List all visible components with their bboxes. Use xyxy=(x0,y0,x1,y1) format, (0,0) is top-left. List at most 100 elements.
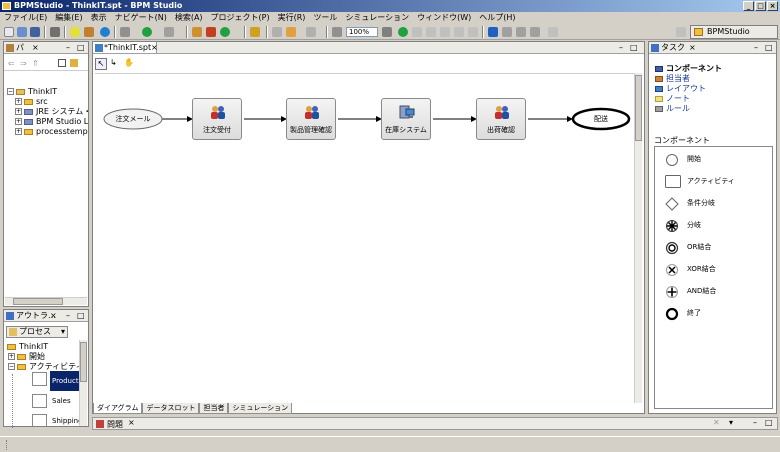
process-select[interactable]: プロセス ▾ xyxy=(6,326,68,338)
scroll-thumb[interactable] xyxy=(635,75,642,141)
menu-window[interactable]: ウィンドウ(W) xyxy=(413,12,475,24)
maximize-view-icon[interactable]: □ xyxy=(765,418,773,427)
forward-nav-icon[interactable]: ⇒ xyxy=(20,59,27,68)
task-title[interactable]: タスク xyxy=(661,43,685,52)
debug-icon[interactable] xyxy=(70,27,80,37)
new-icon[interactable] xyxy=(4,27,14,37)
minimize-view-icon[interactable]: – xyxy=(753,418,757,427)
menu-navigate[interactable]: ナビゲート(N) xyxy=(111,12,171,24)
tree-item[interactable]: ThinkIT xyxy=(4,342,88,352)
activity-shipping-check[interactable]: 出荷確認 xyxy=(476,98,526,140)
export-icon[interactable] xyxy=(548,27,558,37)
menu-tools[interactable]: ツール xyxy=(309,12,341,24)
tree-item[interactable]: + src xyxy=(4,97,88,107)
menu-run[interactable]: 実行(R) xyxy=(274,12,310,24)
tree-item[interactable]: +BPM Studio Libi xyxy=(4,117,88,127)
back-nav-icon[interactable]: ⇐ xyxy=(8,59,15,68)
tree-item[interactable]: ノート xyxy=(655,94,776,104)
select-tool-icon[interactable]: ↖ xyxy=(95,58,107,70)
wand-icon[interactable] xyxy=(250,27,260,37)
build-icon[interactable] xyxy=(84,27,94,37)
minimize-button[interactable]: _ xyxy=(743,1,754,11)
folder-tool-icon[interactable] xyxy=(192,27,202,37)
vertical-scrollbar[interactable] xyxy=(634,73,642,403)
open-perspective-icon[interactable] xyxy=(676,27,686,37)
align-top-icon[interactable] xyxy=(454,27,464,37)
collapse-icon[interactable]: − xyxy=(8,363,15,370)
menu-view[interactable]: 表示 xyxy=(87,12,111,24)
align-center-icon[interactable] xyxy=(426,27,436,37)
search-tool-icon[interactable] xyxy=(164,27,174,37)
minimize-view-icon[interactable]: – xyxy=(619,42,623,53)
maximize-view-icon[interactable]: □ xyxy=(630,42,638,53)
tree-item[interactable]: +processtemplate xyxy=(4,127,88,137)
menu-edit[interactable]: 編集(E) xyxy=(51,12,86,24)
help-icon[interactable] xyxy=(100,27,110,37)
monitor-icon[interactable] xyxy=(530,27,540,37)
align-left-icon[interactable] xyxy=(412,27,422,37)
stop-icon[interactable] xyxy=(516,27,526,37)
tab-simulation[interactable]: シミュレーション xyxy=(228,403,293,414)
close-view-icon[interactable]: × xyxy=(128,418,135,427)
menu-search[interactable]: 検索(A) xyxy=(171,12,207,24)
tree-item[interactable]: ルール xyxy=(655,104,776,114)
filter-icon[interactable]: ✕ xyxy=(713,418,720,427)
menu-project[interactable]: プロジェクト(P) xyxy=(207,12,274,24)
link-editor-icon[interactable] xyxy=(70,59,78,67)
perspective-switcher[interactable]: BPMStudio xyxy=(690,25,778,39)
activity-product-check[interactable]: 製品管理確認 xyxy=(286,98,336,140)
open-icon[interactable] xyxy=(17,27,27,37)
tree-item[interactable]: レイアウト xyxy=(655,84,776,94)
refresh-icon[interactable] xyxy=(220,27,230,37)
tool-icon[interactable] xyxy=(382,27,392,37)
up-nav-icon[interactable]: ⇑ xyxy=(32,59,39,68)
run-icon[interactable] xyxy=(142,27,152,37)
web-tool-icon[interactable] xyxy=(206,27,216,37)
collapse-all-icon[interactable] xyxy=(58,59,66,67)
vertical-scrollbar[interactable] xyxy=(79,340,87,426)
package-explorer-title[interactable]: パ xyxy=(16,43,24,52)
connection-tool-icon[interactable]: ↳ xyxy=(110,58,117,67)
activity-stock-system[interactable]: 在庫システム xyxy=(381,98,431,140)
settings-icon[interactable] xyxy=(120,27,130,37)
play-icon[interactable] xyxy=(488,27,498,37)
close-tab-icon[interactable]: × xyxy=(151,42,158,53)
align-right-icon[interactable] xyxy=(440,27,450,37)
activity-order-receipt[interactable]: 注文受付 xyxy=(192,98,242,140)
zoom-select[interactable]: 100% xyxy=(346,27,378,37)
tree-item[interactable]: コンポーネント xyxy=(655,64,776,74)
tree-item[interactable]: 担当者 xyxy=(655,74,776,84)
horizontal-scrollbar[interactable] xyxy=(5,297,87,305)
validate-icon[interactable] xyxy=(398,27,408,37)
tree-item[interactable]: + 開始 xyxy=(4,352,88,362)
editor-tab[interactable]: *ThinkIT.spt × xyxy=(93,42,158,53)
nav-arrow-icon[interactable] xyxy=(306,27,316,37)
tab-diagram[interactable]: ダイアグラム xyxy=(93,403,143,414)
pause-icon[interactable] xyxy=(502,27,512,37)
maximize-view-icon[interactable]: □ xyxy=(77,42,85,53)
menu-file[interactable]: ファイル(E) xyxy=(0,12,51,24)
tab-data-slot[interactable]: データスロット xyxy=(142,403,200,414)
close-view-icon[interactable]: × xyxy=(50,310,57,321)
close-view-icon[interactable]: × xyxy=(689,42,696,53)
tree-item[interactable]: +JRE システム・ラ xyxy=(4,107,88,117)
save-icon[interactable] xyxy=(30,27,40,37)
outline-thumb-selected[interactable]: Products xyxy=(50,371,80,391)
outline-thumb-label[interactable]: Sales xyxy=(52,397,71,405)
zoom-icon[interactable] xyxy=(332,27,342,37)
menu-simulation[interactable]: シミュレーション xyxy=(341,12,413,24)
scroll-thumb[interactable] xyxy=(80,342,87,382)
maximize-view-icon[interactable]: □ xyxy=(77,310,85,321)
print-icon[interactable] xyxy=(50,27,60,37)
menu-help[interactable]: ヘルプ(H) xyxy=(475,12,519,24)
minimize-view-icon[interactable]: – xyxy=(754,42,758,53)
problems-title[interactable]: 問題 xyxy=(107,419,123,430)
align-bottom-icon[interactable] xyxy=(468,27,478,37)
tab-assignee[interactable]: 担当者 xyxy=(199,403,229,414)
expand-icon[interactable]: + xyxy=(8,353,15,360)
hand-tool-icon[interactable]: ✋ xyxy=(124,58,134,67)
close-button[interactable]: × xyxy=(767,1,778,11)
scroll-thumb[interactable] xyxy=(13,298,63,305)
back-arrow-icon[interactable] xyxy=(272,27,282,37)
close-view-icon[interactable]: × xyxy=(32,42,39,53)
